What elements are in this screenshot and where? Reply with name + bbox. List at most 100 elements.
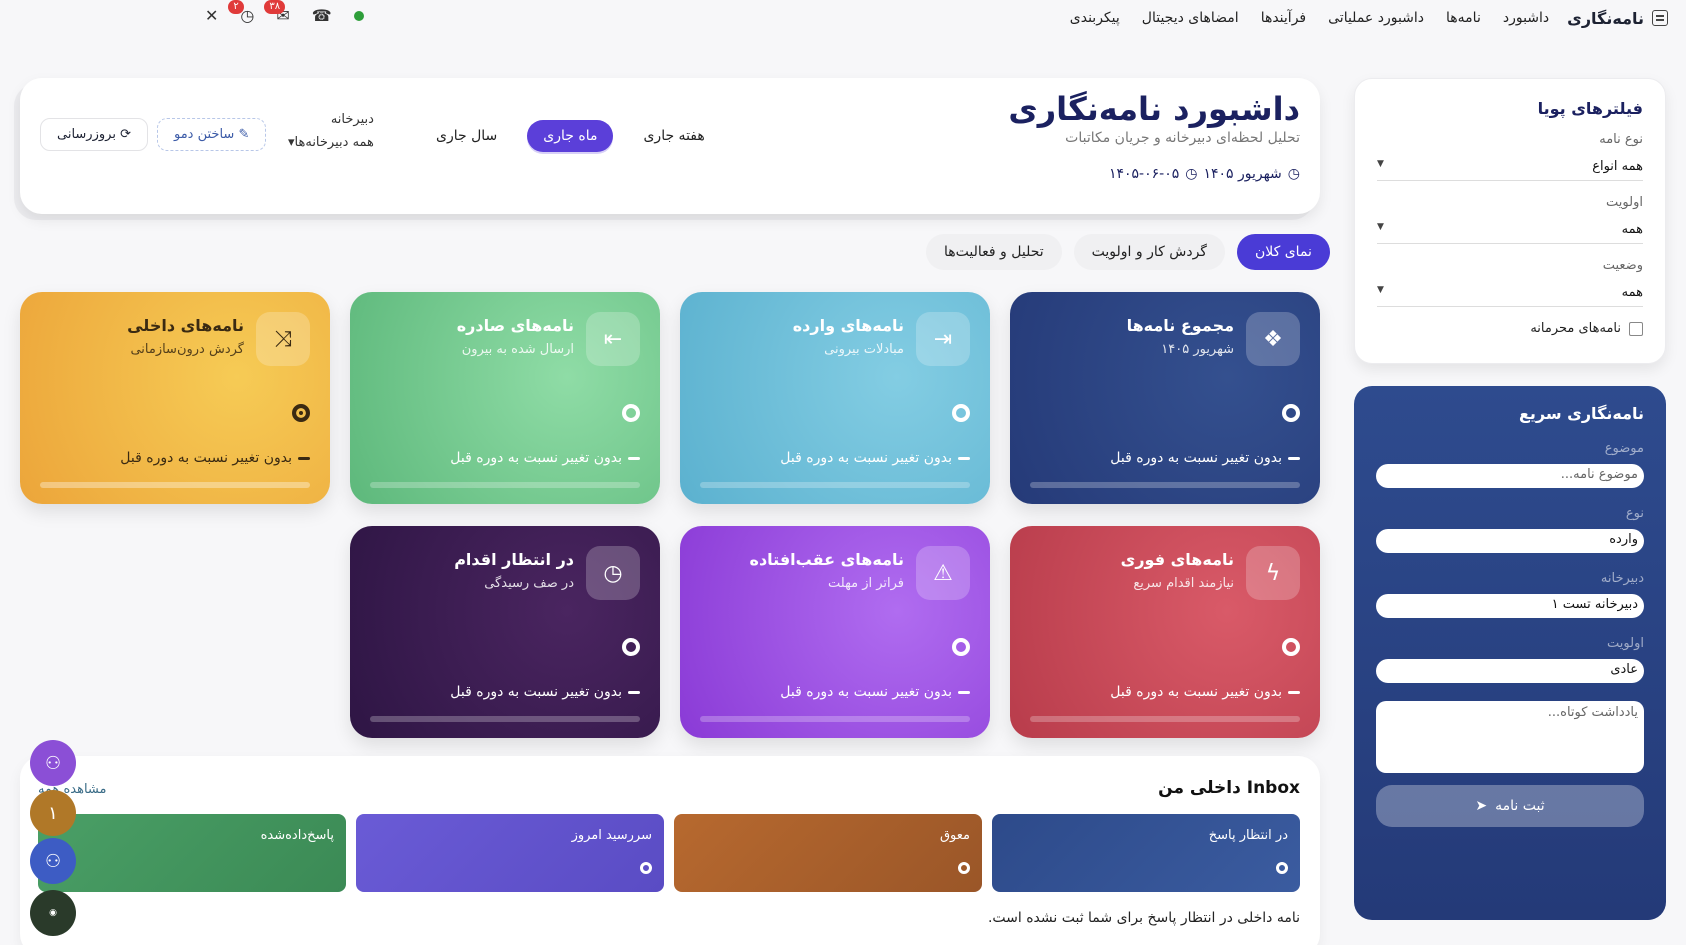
build-demo-button[interactable]: ✎ ساختن دمو bbox=[157, 118, 267, 151]
app-emblem-icon[interactable]: ◉ bbox=[30, 890, 76, 936]
card-overdue-letters[interactable]: ⚠ نامه‌های عقب‌افتاده فراتر از مهلت بدون… bbox=[680, 526, 990, 738]
period-month[interactable]: ماه جاری bbox=[527, 120, 614, 152]
nav-operational-dashboard[interactable]: داشبورد عملیاتی bbox=[1328, 10, 1424, 26]
card-change-text: بدون تغییر نسبت به دوره قبل bbox=[450, 684, 622, 700]
card-title: نامه‌های صادره bbox=[456, 316, 574, 335]
type-select[interactable]: وارده bbox=[1376, 529, 1644, 553]
nav-dashboard[interactable]: داشبورد bbox=[1503, 10, 1549, 26]
card-change: بدون تغییر نسبت به دوره قبل bbox=[780, 450, 970, 466]
inbox-tile-awaiting-reply[interactable]: در انتظار پاسخ bbox=[992, 814, 1300, 892]
tile-label: پاسخ‌داده‌شده bbox=[260, 828, 334, 843]
tile-label: در انتظار پاسخ bbox=[1208, 828, 1288, 843]
card-value-indicator bbox=[622, 638, 640, 656]
tab-overview[interactable]: نمای کلان bbox=[1236, 234, 1330, 270]
phone-icon[interactable]: ☎ bbox=[312, 6, 332, 25]
date-line: ◷ شهریور ۱۴۰۵ ◷ ۱۴۰۵-۰۶-۰۵ bbox=[1109, 166, 1300, 182]
inbox-tile-overdue[interactable]: معوق bbox=[674, 814, 982, 892]
card-urgent-letters[interactable]: ϟ نامه‌های فوری نیازمند اقدام سریع بدون … bbox=[1010, 526, 1320, 738]
history-icon[interactable]: ◷ ۲ bbox=[228, 0, 254, 25]
card-change: بدون تغییر نسبت به دوره قبل bbox=[450, 684, 640, 700]
letter-type-value: همه انواع bbox=[1592, 159, 1643, 174]
chat-icon[interactable]: ✉ ۳۸ bbox=[264, 0, 290, 25]
card-change: بدون تغییر نسبت به دوره قبل bbox=[450, 450, 640, 466]
submit-label: ثبت نامه bbox=[1495, 798, 1545, 814]
card-progress-bar bbox=[40, 482, 310, 488]
status-select[interactable]: همه ▼ bbox=[1377, 279, 1643, 307]
card-title: نامه‌های عقب‌افتاده bbox=[749, 550, 905, 569]
tile-label: سررسید امروز bbox=[571, 828, 652, 843]
dash-icon bbox=[958, 690, 970, 694]
card-change: بدون تغییر نسبت به دوره قبل bbox=[1110, 450, 1300, 466]
subject-input[interactable]: موضوع نامه... bbox=[1376, 464, 1644, 488]
card-value-indicator bbox=[292, 404, 310, 422]
page-title: داشبورد نامه‌نگاری bbox=[1008, 90, 1300, 128]
secretariat-label: دبیرخانه bbox=[330, 112, 374, 127]
brand-label: نامه‌نگاری bbox=[1567, 8, 1644, 28]
nav-letters[interactable]: نامه‌ها bbox=[1446, 10, 1481, 26]
secretariat-value: همه دبیرخانه‌ها bbox=[294, 135, 374, 150]
nav-configuration[interactable]: پیکربندی bbox=[1070, 10, 1120, 26]
tile-indicator bbox=[640, 862, 652, 874]
card-outgoing-letters[interactable]: ⇤ نامه‌های صادره ارسال شده به بیرون بدون… bbox=[350, 292, 660, 504]
notification-count-button[interactable]: ۱ bbox=[30, 790, 76, 836]
card-incoming-letters[interactable]: ⇥ نامه‌های وارده مبادلات بیرونی بدون تغی… bbox=[680, 292, 990, 504]
priority-select[interactable]: همه ▼ bbox=[1377, 216, 1643, 244]
filters-title: فیلترهای پویا bbox=[1537, 99, 1643, 118]
magic-wand-icon: ✎ bbox=[238, 127, 250, 142]
dash-icon bbox=[1288, 690, 1300, 694]
secretariat-select[interactable]: دبیرخانه تست ۱ bbox=[1376, 594, 1644, 618]
caret-down-icon: ▼ bbox=[1377, 285, 1384, 295]
card-subtitle: گردش درون‌سازمانی bbox=[130, 342, 244, 357]
card-total-letters[interactable]: ❖ مجموع نامه‌ها شهریور ۱۴۰۵ بدون تغییر ن… bbox=[1010, 292, 1320, 504]
refresh-icon: ⟳ bbox=[120, 127, 131, 142]
card-change: بدون تغییر نسبت به دوره قبل bbox=[120, 450, 310, 466]
card-progress-bar bbox=[370, 482, 640, 488]
card-title: در انتظار اقدام bbox=[454, 550, 574, 569]
inbox-empty-message: نامه داخلی در انتظار پاسخ برای شما ثبت ن… bbox=[987, 910, 1300, 926]
users-icon[interactable]: ⚇ bbox=[30, 740, 76, 786]
date-full: ۱۴۰۵-۰۶-۰۵ bbox=[1108, 166, 1180, 182]
card-change: بدون تغییر نسبت به دوره قبل bbox=[780, 684, 970, 700]
card-change-text: بدون تغییر نسبت به دوره قبل bbox=[780, 684, 952, 700]
period-week[interactable]: هفته جاری bbox=[627, 120, 720, 152]
internal-inbox: Inbox داخلی من مشاهده همه در انتظار پاسخ… bbox=[20, 756, 1320, 945]
caret-down-icon: ▼ bbox=[1377, 222, 1384, 232]
nav-digital-signatures[interactable]: امضاهای دیجیتال bbox=[1142, 10, 1239, 26]
status-label: وضعیت bbox=[1602, 258, 1643, 273]
letter-type-select[interactable]: همه انواع ▼ bbox=[1377, 153, 1643, 181]
card-progress-bar bbox=[1030, 716, 1300, 722]
tab-analytics[interactable]: تحلیل و فعالیت‌ها bbox=[926, 234, 1062, 270]
card-awaiting-action[interactable]: ◷ در انتظار اقدام در صف رسیدگی بدون تغیی… bbox=[350, 526, 660, 738]
refresh-button[interactable]: ⟳ بروزرسانی bbox=[40, 118, 148, 151]
submit-letter-button[interactable]: ثبت نامه ➤ bbox=[1376, 785, 1644, 827]
quick-title: نامه‌نگاری سریع bbox=[1518, 404, 1644, 423]
card-title: نامه‌های داخلی bbox=[127, 316, 244, 335]
period-year[interactable]: سال جاری bbox=[420, 120, 513, 152]
brand[interactable]: نامه‌نگاری bbox=[1567, 9, 1668, 28]
nav-processes[interactable]: فرآیندها bbox=[1261, 10, 1306, 26]
card-value-indicator bbox=[622, 404, 640, 422]
group-icon[interactable]: ⚇ bbox=[30, 838, 76, 884]
tile-indicator bbox=[958, 862, 970, 874]
card-progress-bar bbox=[370, 716, 640, 722]
card-subtitle: شهریور ۱۴۰۵ bbox=[1161, 342, 1234, 357]
letter-type-label: نوع نامه bbox=[1599, 132, 1643, 147]
card-internal-letters[interactable]: ⤨ نامه‌های داخلی گردش درون‌سازمانی بدون … bbox=[20, 292, 330, 504]
inbox-tile-due-today[interactable]: سررسید امروز bbox=[356, 814, 664, 892]
card-subtitle: نیازمند اقدام سریع bbox=[1133, 576, 1234, 591]
subject-label: موضوع bbox=[1604, 441, 1644, 456]
tab-workflow[interactable]: گردش کار و اولویت bbox=[1073, 234, 1225, 270]
messages-badge: ۳۸ bbox=[264, 0, 286, 14]
confidential-checkbox-row[interactable]: نامه‌های محرمانه bbox=[1377, 321, 1643, 336]
secretariat-select[interactable]: دبیرخانه همه دبیرخانه‌ها▾ bbox=[288, 112, 374, 150]
note-textarea[interactable]: یادداشت کوتاه... bbox=[1376, 701, 1644, 773]
sign-out-icon: ⇤ bbox=[586, 312, 640, 366]
status-value: همه bbox=[1621, 285, 1643, 300]
tile-indicator bbox=[1276, 862, 1288, 874]
card-title: مجموع نامه‌ها bbox=[1126, 316, 1234, 335]
close-tools-icon[interactable]: ✕ bbox=[205, 6, 218, 25]
inbox-tile-answered[interactable]: پاسخ‌داده‌شده bbox=[38, 814, 346, 892]
priority-select[interactable]: عادی bbox=[1376, 659, 1644, 683]
clock-icon: ◷ bbox=[1185, 166, 1198, 182]
confidential-checkbox[interactable] bbox=[1629, 321, 1643, 336]
